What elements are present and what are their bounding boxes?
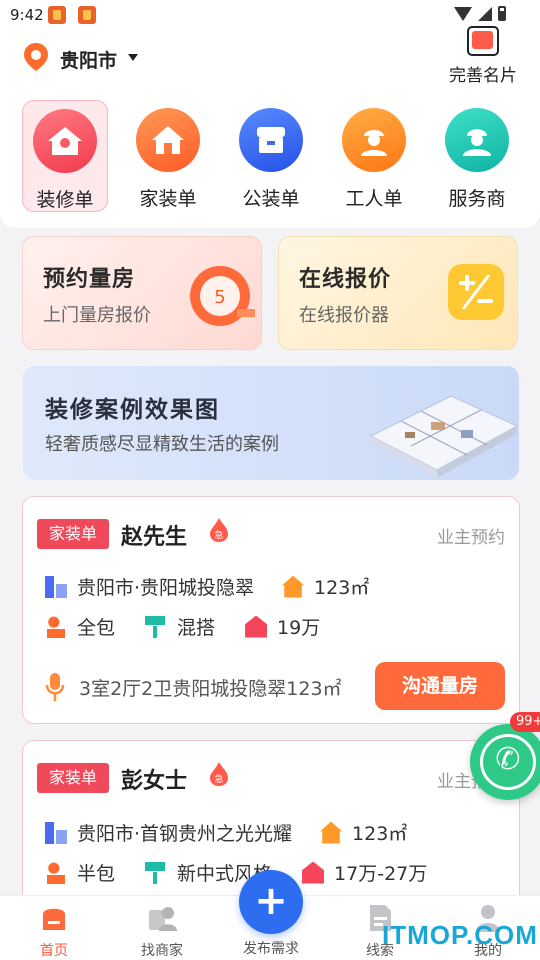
house-area-icon xyxy=(282,575,305,598)
home-order-icon xyxy=(136,108,200,172)
category-label: 工人单 xyxy=(345,188,403,210)
banner-subtitle: 轻奢质感尽显精致生活的案例 xyxy=(45,434,279,455)
category-label: 装修单 xyxy=(36,189,94,211)
order-budget: 17万-27万 xyxy=(334,863,428,885)
category-label: 服务商 xyxy=(448,188,506,210)
detail-row: 半包 新中式风格 17万-27万 xyxy=(45,859,427,886)
promo-subtitle: 在线报价器 xyxy=(299,305,389,326)
budget-icon xyxy=(245,615,268,638)
tab-label: 首页 xyxy=(40,943,68,959)
calculator-icon xyxy=(448,264,504,320)
budget-icon xyxy=(302,861,325,884)
voice-memo[interactable]: 3室2厅2卫贵阳城投隐翠123㎡ xyxy=(45,672,369,702)
building-icon xyxy=(45,575,67,598)
order-location: 贵阳市·贵阳城投隐翠 xyxy=(77,577,255,599)
status-indicators xyxy=(454,6,506,21)
promo-title: 预约量房 xyxy=(43,267,136,292)
order-type-badge: 家装单 xyxy=(37,763,109,793)
merchant-icon xyxy=(149,907,177,931)
promo-online-quote[interactable]: 在线报价 在线报价器 xyxy=(278,236,518,350)
category-label: 公装单 xyxy=(242,188,300,210)
house-area-icon xyxy=(320,821,343,844)
business-card-icon xyxy=(467,26,499,56)
commercial-order-icon xyxy=(239,108,303,172)
location-row: 贵阳市·贵阳城投隐翠 123㎡ xyxy=(45,573,369,600)
detail-row: 全包 混搭 19万 xyxy=(45,613,320,640)
order-area: 123㎡ xyxy=(314,577,370,599)
paint-roller-icon xyxy=(145,615,168,638)
tab-find-merchants[interactable]: 找商家 xyxy=(122,904,202,960)
memo-text: 3室2厅2卫贵阳城投隐翠123㎡ xyxy=(79,677,342,700)
category-label: 家装单 xyxy=(139,188,197,210)
wifi-icon xyxy=(454,6,472,21)
complete-profile-label: 完善名片 xyxy=(449,66,517,86)
svg-text:急: 急 xyxy=(214,773,223,785)
order-style: 混搭 xyxy=(177,617,216,639)
renovation-order-icon xyxy=(33,109,97,173)
tab-home[interactable]: 首页 xyxy=(14,904,94,960)
notification-icon xyxy=(48,6,66,24)
category-service-provider[interactable]: 服务商 xyxy=(434,100,520,212)
paint-roller-icon xyxy=(145,861,168,884)
phone-icon: ✆ xyxy=(495,742,521,777)
location-row: 贵阳市·首钢贵州之光光耀 123㎡ xyxy=(45,819,407,846)
order-budget: 19万 xyxy=(277,617,321,639)
worker-order-icon xyxy=(342,108,406,172)
home-icon xyxy=(43,908,65,930)
battery-icon xyxy=(498,6,506,21)
worker-icon xyxy=(45,615,67,638)
order-area: 123㎡ xyxy=(352,823,408,845)
worker-icon xyxy=(45,861,67,884)
top-header: 贵阳市 完善名片 xyxy=(0,26,540,88)
owner-name: 赵先生 xyxy=(121,525,188,550)
urgent-icon: 急 xyxy=(210,518,228,542)
urgent-icon: 急 xyxy=(210,762,228,786)
case-gallery-banner[interactable]: 装修案例效果图 轻奢质感尽显精致生活的案例 xyxy=(23,366,519,480)
order-status: 业主预约 xyxy=(437,528,505,548)
floorplan-3d-image xyxy=(369,395,519,478)
owner-name: 彭女士 xyxy=(121,769,188,794)
status-time: 9:42 xyxy=(10,6,44,24)
category-grid: 装修单 家装单 公装单 工人单 服务商 xyxy=(0,88,540,228)
order-card[interactable]: 家装单 赵先生 急 业主预约 贵阳市·贵阳城投隐翠 123㎡ 全包 混搭 19万… xyxy=(22,496,520,724)
location-pin-icon[interactable] xyxy=(23,42,49,72)
city-selector[interactable]: 贵阳市 xyxy=(60,46,117,73)
microphone-icon xyxy=(45,673,65,701)
category-home-order[interactable]: 家装单 xyxy=(125,100,211,212)
banner-title: 装修案例效果图 xyxy=(45,397,220,423)
category-worker-order[interactable]: 工人单 xyxy=(331,100,417,212)
watermark: ITMOP.COM xyxy=(382,920,538,950)
svg-text:5: 5 xyxy=(214,287,225,308)
contact-measure-button[interactable]: 沟通量房 xyxy=(375,662,505,710)
svg-text:急: 急 xyxy=(214,529,223,541)
tape-measure-icon: 5 xyxy=(190,266,255,326)
plus-icon: + xyxy=(254,878,288,924)
customer-service-call-button[interactable]: ✆ xyxy=(470,724,540,800)
chevron-down-icon[interactable] xyxy=(128,54,138,61)
signal-icon xyxy=(478,6,492,21)
order-location: 贵阳市·首钢贵州之光光耀 xyxy=(77,823,293,845)
complete-profile-button[interactable]: 完善名片 xyxy=(442,26,524,86)
promo-book-measurement[interactable]: 预约量房 上门量房报价 5 xyxy=(22,236,262,350)
notification-icon xyxy=(78,6,96,24)
publish-request-button[interactable]: + xyxy=(239,870,303,934)
provider-icon xyxy=(445,108,509,172)
publish-label[interactable]: 发布需求 xyxy=(231,938,311,958)
promo-title: 在线报价 xyxy=(299,267,392,292)
order-package: 半包 xyxy=(77,863,116,885)
promo-subtitle: 上门量房报价 xyxy=(43,305,151,326)
tab-label: 找商家 xyxy=(141,943,183,959)
unread-badge: 99+ xyxy=(510,712,540,732)
order-type-badge: 家装单 xyxy=(37,519,109,549)
category-renovation-order[interactable]: 装修单 xyxy=(22,100,108,212)
order-package: 全包 xyxy=(77,617,116,639)
building-icon xyxy=(45,821,67,844)
category-commercial-order[interactable]: 公装单 xyxy=(228,100,314,212)
